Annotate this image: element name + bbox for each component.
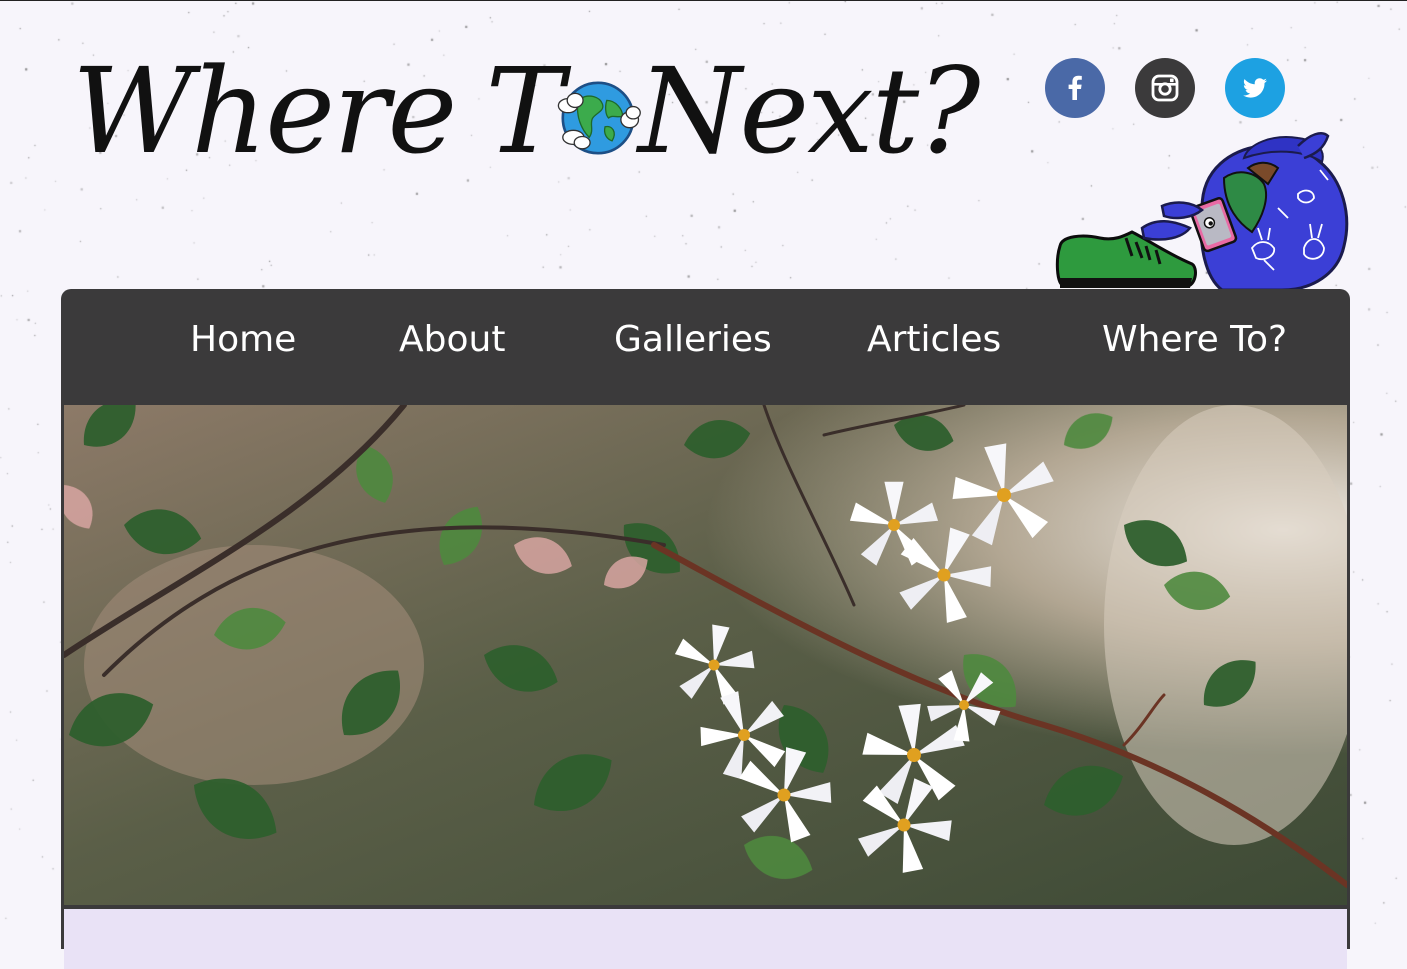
instagram-icon	[1151, 74, 1179, 102]
logo-word-next: Next?	[638, 42, 980, 180]
facebook-icon	[1068, 75, 1082, 100]
nav-item-galleries[interactable]: Galleries	[614, 319, 772, 360]
nav-item-where-to[interactable]: Where To?	[1102, 319, 1287, 360]
twitter-icon	[1243, 78, 1267, 98]
mascot-traveller-illustration	[1055, 132, 1349, 292]
site-logo[interactable]: Where T Next?	[72, 42, 980, 180]
twitter-button[interactable]	[1225, 58, 1285, 118]
nav-item-home[interactable]: Home	[190, 319, 296, 360]
flowers-photo	[64, 405, 1347, 905]
content-area	[64, 909, 1347, 969]
top-border	[0, 0, 1407, 1]
globe-icon	[557, 81, 641, 155]
facebook-button[interactable]	[1045, 58, 1105, 118]
main-frame: Home About Galleries Articles Where To?	[61, 289, 1350, 969]
social-links	[1045, 58, 1285, 118]
nav-item-articles[interactable]: Articles	[867, 319, 1001, 360]
nav-item-about[interactable]: About	[399, 319, 505, 360]
main-navigation: Home About Galleries Articles Where To?	[61, 289, 1350, 401]
hero-image	[64, 405, 1347, 905]
instagram-button[interactable]	[1135, 58, 1195, 118]
logo-word-where: Where	[72, 42, 457, 180]
logo-letter-t: T	[485, 42, 564, 180]
